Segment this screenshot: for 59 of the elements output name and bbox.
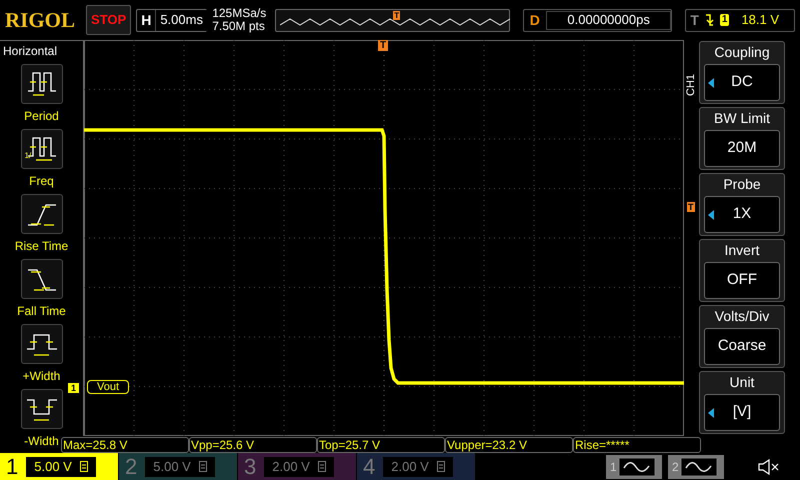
menu-softkey[interactable]: Volts/Div Coarse [699, 305, 785, 368]
channel-label: Vout [87, 380, 130, 394]
delay-label: D [528, 10, 541, 30]
measure-button[interactable]: Rise Time [14, 194, 68, 255]
measurement-readout: Rise=***** [573, 437, 701, 453]
icon-text: 1/ [24, 150, 32, 162]
trigger-position-marker: T [393, 10, 400, 20]
measurement-readout: Vupper=23.2 V [445, 437, 573, 453]
channel-scale: 2.00 V [383, 456, 453, 476]
trigger-source: 1 [720, 14, 730, 26]
measurement-readout: Vpp=25.6 V [189, 437, 317, 453]
menu-softkey[interactable]: BW Limit 20M [699, 107, 785, 170]
sine-wave-icon [680, 458, 717, 476]
measure-button[interactable]: Period [20, 64, 62, 125]
channel-scale: 2.00 V [264, 456, 334, 476]
mute-icon[interactable] [758, 458, 780, 474]
measure-button[interactable]: Fall Time [17, 259, 66, 320]
trigger-level-marker: T [687, 202, 694, 212]
channel-tab[interactable]: 3 2.00 V [238, 453, 356, 480]
channel-tab[interactable]: 1 5.00 V [0, 453, 118, 480]
channel-tab[interactable]: 4 2.00 V [357, 453, 475, 480]
channel-marker: 1 [68, 383, 80, 393]
channel-tab[interactable]: 2 5.00 V [119, 453, 237, 480]
channel-number: 3 [244, 453, 256, 480]
channel-number: 4 [363, 453, 376, 480]
measure-button[interactable]: 1/ Freq [20, 129, 62, 190]
measurement-readout: Max=25.8 V [61, 437, 189, 453]
caret-icon [708, 78, 714, 88]
menu-title: Horizontal [2, 43, 58, 60]
channel-scale: 5.00 V [145, 456, 215, 476]
measurement-readout: Top=25.7 V [317, 437, 445, 453]
channel-number: 1 [6, 453, 18, 480]
measure-button[interactable]: -Width [20, 389, 62, 450]
trigger-level: 18.1 V [741, 11, 780, 30]
caret-icon [708, 408, 714, 418]
menu-softkey[interactable]: Coupling DC [699, 41, 785, 104]
run-state: STOP [86, 5, 132, 35]
logo: RIGOL [5, 7, 76, 33]
delay-value: 0.00000000ps [546, 10, 672, 30]
memory-depth: 7.50M pts [212, 20, 266, 33]
sine-wave-icon [618, 458, 655, 476]
falling-edge-icon [704, 14, 714, 26]
sample-rate: 125MSa/s [212, 7, 266, 20]
measure-button[interactable]: +Width [20, 324, 62, 385]
menu-softkey[interactable]: Unit [V] [699, 371, 785, 434]
bandwidth-icon [80, 461, 88, 472]
channel-title: CH1 [686, 72, 698, 96]
trigger-label: T [690, 10, 699, 30]
bandwidth-icon [436, 461, 445, 472]
channel-number: 2 [125, 453, 138, 480]
timebase-value: 5.00ms [155, 10, 207, 30]
bandwidth-icon [198, 461, 207, 472]
trigger-marker: T [378, 40, 388, 51]
menu-softkey[interactable]: Invert OFF [699, 239, 785, 302]
caret-icon [708, 210, 714, 220]
menu-softkey[interactable]: Probe 1X [699, 173, 785, 236]
channel-scale: 5.00 V [26, 456, 96, 476]
bandwidth-icon [318, 461, 326, 472]
timebase-label: H [140, 10, 152, 30]
